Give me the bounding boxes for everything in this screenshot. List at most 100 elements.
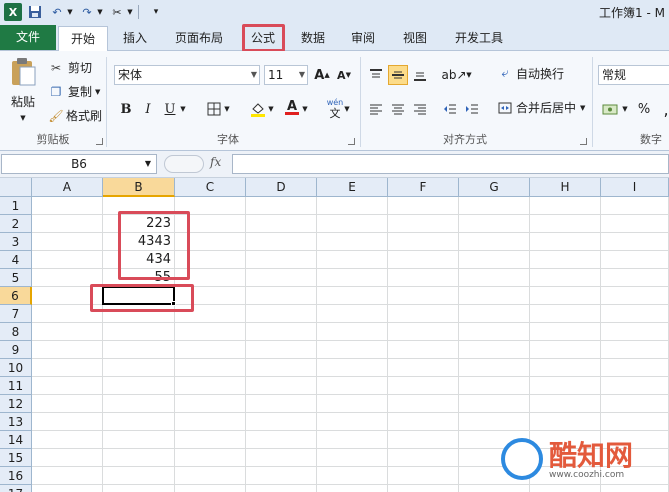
copy-button[interactable]: ❐ 复制 ▼ [48,83,101,100]
cell-e4[interactable] [317,251,388,269]
cell-e10[interactable] [317,359,388,377]
cell-f16[interactable] [388,467,459,485]
shrink-font-icon[interactable]: A ▼ [334,65,354,85]
cell-c9[interactable] [175,341,246,359]
cell-b12[interactable] [103,395,175,413]
cell-g7[interactable] [459,305,530,323]
tab-file[interactable]: 文件 [0,25,56,50]
cell-a11[interactable] [32,377,103,395]
row-header-15[interactable]: 15 [0,449,32,467]
borders-dropdown-icon[interactable]: ▼ [222,99,232,119]
cell-g12[interactable] [459,395,530,413]
font-size-combo[interactable]: 11 ▼ [264,65,308,85]
align-bottom-icon[interactable] [410,65,430,85]
cell-a10[interactable] [32,359,103,377]
format-painter-button[interactable]: 🖌 格式刷 [48,107,102,124]
decrease-indent-icon[interactable] [440,99,460,119]
increase-indent-icon[interactable] [462,99,482,119]
cell-d2[interactable] [246,215,317,233]
cell-a12[interactable] [32,395,103,413]
cell-i5[interactable] [601,269,669,287]
cell-d6[interactable] [246,287,317,305]
cell-b3[interactable]: 4343 [103,233,175,251]
cell-e6[interactable] [317,287,388,305]
cell-c17[interactable] [175,485,246,492]
cell-h5[interactable] [530,269,601,287]
cell-f14[interactable] [388,431,459,449]
cell-h2[interactable] [530,215,601,233]
cell-b5[interactable]: 55 [103,269,175,287]
tab-page-layout[interactable]: 页面布局 [166,26,232,51]
cell-b9[interactable] [103,341,175,359]
cell-c14[interactable] [175,431,246,449]
row-header-3[interactable]: 3 [0,233,32,251]
cell-a4[interactable] [32,251,103,269]
cell-g6[interactable] [459,287,530,305]
cell-c1[interactable] [175,197,246,215]
cell-i6[interactable] [601,287,669,305]
cell-g11[interactable] [459,377,530,395]
cell-i12[interactable] [601,395,669,413]
cell-e11[interactable] [317,377,388,395]
cell-a2[interactable] [32,215,103,233]
font-name-combo[interactable]: 宋体 ▼ [114,65,260,85]
cell-h12[interactable] [530,395,601,413]
cell-d3[interactable] [246,233,317,251]
cell-d5[interactable] [246,269,317,287]
cell-a6[interactable] [32,287,103,305]
cell-d4[interactable] [246,251,317,269]
cell-b8[interactable] [103,323,175,341]
column-header-g[interactable]: G [459,178,530,197]
cell-c6[interactable] [175,287,246,305]
cell-e1[interactable] [317,197,388,215]
cell-c8[interactable] [175,323,246,341]
cell-f12[interactable] [388,395,459,413]
cell-h13[interactable] [530,413,601,431]
cell-c15[interactable] [175,449,246,467]
cell-f5[interactable] [388,269,459,287]
fill-color-icon[interactable] [248,99,268,119]
cell-e7[interactable] [317,305,388,323]
row-header-1[interactable]: 1 [0,197,32,215]
tab-insert[interactable]: 插入 [112,26,158,51]
cell-a3[interactable] [32,233,103,251]
row-header-14[interactable]: 14 [0,431,32,449]
cell-e8[interactable] [317,323,388,341]
cell-e14[interactable] [317,431,388,449]
cell-g4[interactable] [459,251,530,269]
cell-d14[interactable] [246,431,317,449]
cell-f1[interactable] [388,197,459,215]
cell-e12[interactable] [317,395,388,413]
cell-c4[interactable] [175,251,246,269]
cell-i7[interactable] [601,305,669,323]
cell-i8[interactable] [601,323,669,341]
cell-e16[interactable] [317,467,388,485]
accounting-dropdown-icon[interactable]: ▼ [620,99,630,119]
redo-icon[interactable]: ↷ [78,3,96,21]
tab-home[interactable]: 开始 [58,26,108,52]
fill-color-dropdown-icon[interactable]: ▼ [266,99,276,119]
underline-button[interactable]: U [160,99,180,119]
cell-e9[interactable] [317,341,388,359]
cell-b17[interactable] [103,485,175,492]
cell-g9[interactable] [459,341,530,359]
cell-f7[interactable] [388,305,459,323]
row-header-8[interactable]: 8 [0,323,32,341]
cell-b4[interactable]: 434 [103,251,175,269]
column-header-c[interactable]: C [175,178,246,197]
cell-i4[interactable] [601,251,669,269]
cell-g13[interactable] [459,413,530,431]
cell-b1[interactable] [103,197,175,215]
cell-i13[interactable] [601,413,669,431]
cell-b6[interactable] [103,287,175,305]
column-header-a[interactable]: A [32,178,103,197]
wrap-text-button[interactable]: ⤶ 自动换行 [496,65,564,82]
paste-button[interactable]: 粘贴 ▼ [6,57,40,127]
cell-d9[interactable] [246,341,317,359]
cell-b11[interactable] [103,377,175,395]
cell-c13[interactable] [175,413,246,431]
cell-c11[interactable] [175,377,246,395]
fill-handle[interactable] [171,301,176,306]
cell-a15[interactable] [32,449,103,467]
cell-a13[interactable] [32,413,103,431]
